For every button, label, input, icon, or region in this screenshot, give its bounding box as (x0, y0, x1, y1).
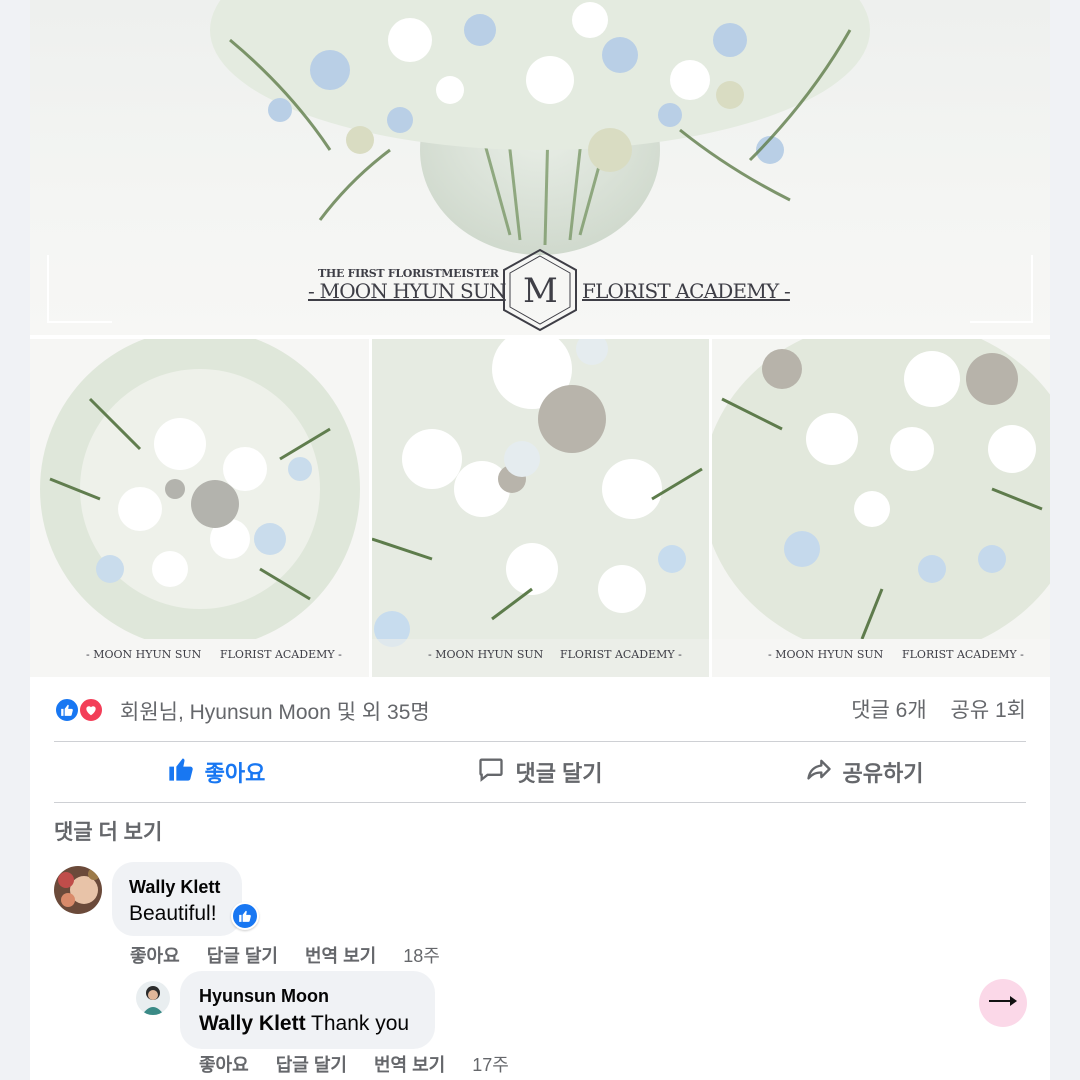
like-icon (54, 697, 80, 723)
comment-author[interactable]: Wally Klett (129, 877, 220, 898)
watermark-left: - MOON HYUN SUN (308, 279, 506, 303)
divider (54, 802, 1026, 803)
watermark-monogram: M (523, 271, 558, 311)
reply-author[interactable]: Hyunsun Moon (199, 986, 329, 1007)
like-button[interactable]: 좋아요 (54, 742, 378, 802)
thumbnail-1-watermark-left: - MOON HYUN SUN (86, 648, 202, 661)
post-main-image[interactable]: THE FIRST FLORISTMEISTER - MOON HYUN SUN… (30, 0, 1050, 335)
like-icon[interactable] (231, 902, 259, 930)
comment-actions: 좋아요 답글 달기 번역 보기 18주 (130, 942, 462, 968)
post-card: THE FIRST FLORISTMEISTER - MOON HYUN SUN… (30, 0, 1050, 1080)
comment-button[interactable]: 댓글 달기 (378, 742, 702, 802)
reply-actions: 좋아요 답글 달기 번역 보기 17주 (199, 1051, 531, 1077)
post-thumbnail-2[interactable]: - MOON HYUN SUN FLORIST ACADEMY - (372, 339, 709, 677)
watermark-right: FLORIST ACADEMY - (582, 279, 791, 303)
thumbnail-2-watermark-left: - MOON HYUN SUN (428, 648, 544, 661)
thumbnail-1-watermark-right: FLORIST ACADEMY - (220, 648, 342, 661)
comment-text: Beautiful! (129, 902, 217, 925)
arrow-right-icon (988, 994, 1018, 1013)
thumbs-up-icon (167, 755, 195, 789)
thumbnail-3-watermark-left: - MOON HYUN SUN (768, 648, 884, 661)
thumbnail-2-watermark-right: FLORIST ACADEMY - (560, 648, 682, 661)
post-thumbnail-3[interactable]: - MOON HYUN SUN FLORIST ACADEMY - (712, 339, 1050, 677)
comment-reply-link[interactable]: 답글 달기 (207, 946, 278, 966)
thumbnail-3-watermark-right: FLORIST ACADEMY - (902, 648, 1024, 661)
reply-text: Wally Klett Thank you (199, 1012, 409, 1036)
comment-button-label: 댓글 달기 (515, 761, 603, 786)
post-thumbnail-1[interactable]: - MOON HYUN SUN FLORIST ACADEMY - (30, 339, 369, 677)
comment-timestamp[interactable]: 18주 (403, 946, 440, 966)
post-action-bar: 좋아요 댓글 달기 공유하기 (54, 742, 1026, 802)
post-thumbnail-row: - MOON HYUN SUN FLORIST ACADEMY - - MOON… (30, 339, 1050, 677)
share-button-label: 공유하기 (842, 761, 924, 786)
reply-timestamp[interactable]: 17주 (472, 1055, 509, 1075)
comment-count[interactable]: 댓글 6개 (851, 699, 926, 722)
comment-translate-link[interactable]: 번역 보기 (305, 946, 376, 966)
next-arrow-button[interactable] (979, 979, 1027, 1027)
share-button[interactable]: 공유하기 (702, 742, 1026, 802)
reply-body: Thank you (311, 1012, 410, 1035)
comment-share-counts: 댓글 6개 공유 1회 (833, 694, 1026, 724)
share-count[interactable]: 공유 1회 (951, 699, 1026, 722)
reply-reply-link[interactable]: 답글 달기 (276, 1055, 347, 1075)
reaction-icons[interactable] (54, 695, 114, 725)
view-more-comments[interactable]: 댓글 더 보기 (54, 816, 162, 846)
reply-bubble (180, 971, 435, 1049)
comment-like-link[interactable]: 좋아요 (130, 946, 180, 966)
comment-icon (477, 755, 505, 789)
reactions-summary[interactable]: 회원님, Hyunsun Moon 및 외 35명 (120, 696, 430, 726)
like-button-label: 좋아요 (204, 761, 266, 786)
reply-like-link[interactable]: 좋아요 (199, 1055, 249, 1075)
love-icon (78, 697, 104, 723)
avatar[interactable] (54, 866, 102, 914)
reply-mention[interactable]: Wally Klett (199, 1012, 306, 1035)
share-icon (805, 755, 833, 789)
post-stats: 회원님, Hyunsun Moon 및 외 35명 댓글 6개 공유 1회 (54, 690, 1026, 730)
reply-translate-link[interactable]: 번역 보기 (374, 1055, 445, 1075)
avatar[interactable] (136, 981, 170, 1015)
